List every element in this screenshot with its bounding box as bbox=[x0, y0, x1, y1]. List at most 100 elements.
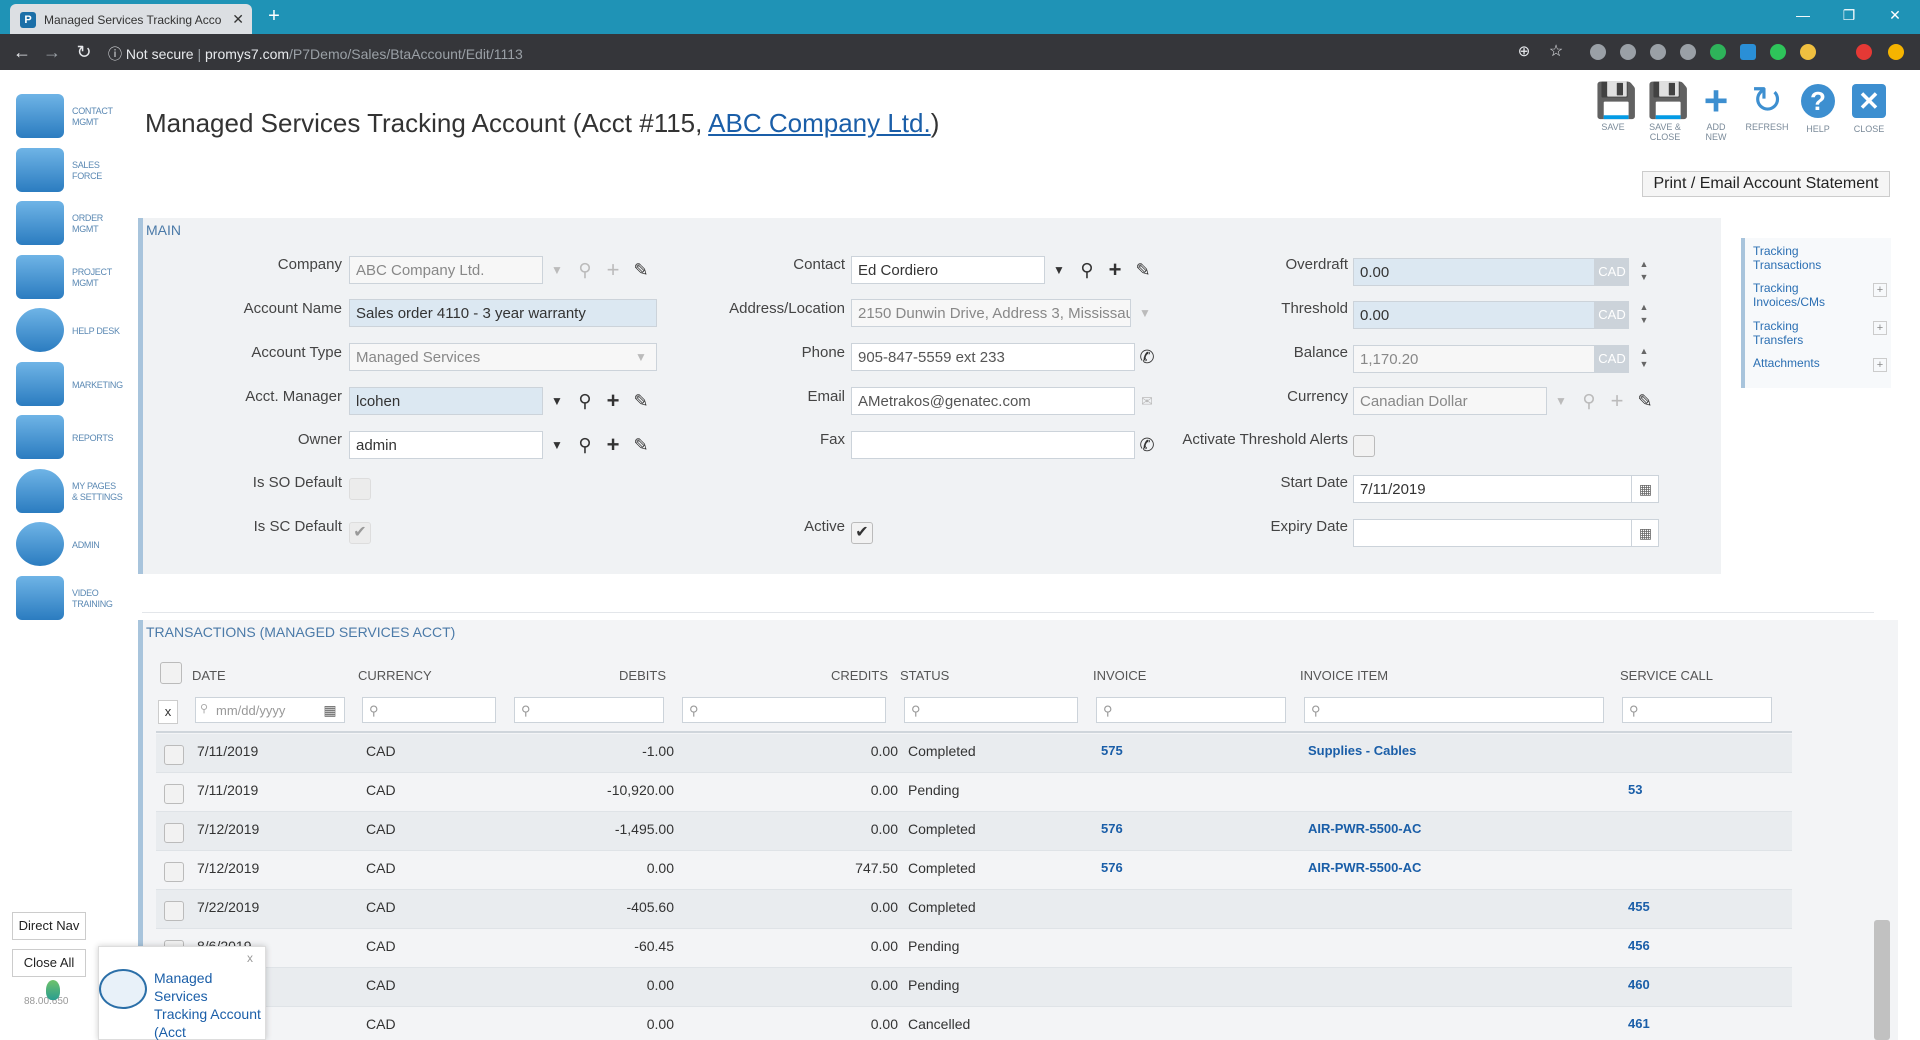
cell-item[interactable]: AIR-PWR-5500-AC bbox=[1308, 860, 1421, 875]
table-row[interactable]: 7/11/2019 CAD -10,920.00 0.00 Pending 53 bbox=[156, 773, 1792, 812]
nav-sales-force[interactable]: SALES FORCE bbox=[16, 148, 136, 196]
spinner-arrows-icon[interactable]: ▲ ▼ bbox=[1629, 258, 1659, 286]
row-checkbox[interactable] bbox=[164, 823, 184, 843]
cell-call[interactable]: 461 bbox=[1628, 1016, 1650, 1031]
calendar-icon[interactable]: ▦ bbox=[1631, 519, 1659, 547]
cell-item[interactable]: Supplies - Cables bbox=[1308, 743, 1416, 758]
open-window-tab[interactable]: Managed Services Tracking Account (Acct … bbox=[98, 946, 266, 1040]
plus-icon[interactable]: + bbox=[599, 256, 627, 284]
row-checkbox[interactable] bbox=[164, 862, 184, 882]
phone-field[interactable]: 905-847-5559 ext 233 bbox=[851, 343, 1135, 371]
grammarly-icon[interactable] bbox=[1710, 44, 1726, 60]
edit-pencil-icon[interactable]: ✎ bbox=[1631, 387, 1659, 415]
select-all-checkbox[interactable] bbox=[160, 662, 182, 684]
plus-icon[interactable]: + bbox=[599, 431, 627, 459]
extension-icon[interactable] bbox=[1680, 44, 1696, 60]
bookmark-star-icon[interactable]: ☆ bbox=[1546, 42, 1566, 62]
column-header-debits[interactable]: DEBITS bbox=[560, 668, 666, 683]
tab-close-icon[interactable]: ✕ bbox=[232, 11, 244, 28]
column-header-status[interactable]: STATUS bbox=[900, 668, 949, 683]
save-button[interactable]: 💾 SAVE bbox=[1590, 82, 1637, 144]
browser-tab[interactable]: P Managed Services Tracking Acco ✕ bbox=[10, 4, 252, 34]
chevron-down-icon[interactable]: ▼ bbox=[627, 343, 655, 371]
refresh-button[interactable]: ↻ REFRESH bbox=[1744, 82, 1790, 144]
overdraft-field[interactable]: 0.00 bbox=[1353, 258, 1595, 286]
close-button[interactable]: ✕ CLOSE bbox=[1846, 82, 1892, 144]
dropdown-arrow-icon[interactable]: ▼ bbox=[543, 387, 571, 415]
dropdown-arrow-icon[interactable]: ▼ bbox=[1045, 256, 1073, 284]
extension-icon[interactable] bbox=[1620, 44, 1636, 60]
search-icon[interactable]: ⚲ bbox=[1575, 387, 1603, 415]
phone-handset-icon[interactable]: ✆ bbox=[1133, 343, 1161, 371]
company-field[interactable]: ABC Company Ltd. bbox=[349, 256, 543, 284]
help-button[interactable]: ? HELP bbox=[1795, 82, 1841, 144]
service-call-filter-input[interactable]: ⚲ bbox=[1622, 697, 1772, 723]
link-tracking-invoices[interactable]: Tracking Invoices/CMs bbox=[1753, 281, 1825, 309]
expiry-date-field[interactable] bbox=[1353, 519, 1659, 547]
expand-plus-icon[interactable]: + bbox=[1873, 283, 1887, 297]
nav-reports[interactable]: REPORTS bbox=[16, 415, 136, 463]
table-row[interactable]: 8/6/2019CAD-60.450.00Pending456 bbox=[156, 929, 1792, 968]
dropdown-arrow-icon[interactable]: ▼ bbox=[1131, 299, 1159, 327]
column-header-service-call[interactable]: SERVICE CALL bbox=[1620, 668, 1713, 683]
start-date-field[interactable]: 7/11/2019 bbox=[1353, 475, 1659, 503]
plus-icon[interactable]: + bbox=[599, 387, 627, 415]
fax-field[interactable] bbox=[851, 431, 1135, 459]
extension-icon[interactable] bbox=[1800, 44, 1816, 60]
back-icon[interactable]: ← bbox=[12, 42, 32, 62]
search-icon[interactable]: ⚲ bbox=[571, 431, 599, 459]
expand-plus-icon[interactable]: + bbox=[1873, 321, 1887, 335]
column-header-credits[interactable]: CREDITS bbox=[740, 668, 888, 683]
nav-video-training[interactable]: VIDEO TRAINING bbox=[16, 576, 136, 624]
plus-icon[interactable]: + bbox=[1101, 256, 1129, 284]
currency-field[interactable]: Canadian Dollar bbox=[1353, 387, 1547, 415]
spinner-arrows-icon[interactable]: ▲ ▼ bbox=[1629, 345, 1659, 373]
edit-pencil-icon[interactable]: ✎ bbox=[627, 431, 655, 459]
search-icon[interactable]: ⚲ bbox=[1073, 256, 1101, 284]
restore-icon[interactable]: ❐ bbox=[1834, 5, 1864, 25]
edit-pencil-icon[interactable]: ✎ bbox=[627, 256, 655, 284]
extension-icon[interactable] bbox=[1888, 44, 1904, 60]
credits-filter-input[interactable]: ⚲ bbox=[682, 697, 886, 723]
extension-icon[interactable] bbox=[1650, 44, 1666, 60]
nav-help-desk[interactable]: HELP DESK bbox=[16, 308, 136, 356]
phone-handset-icon[interactable]: ✆ bbox=[1133, 431, 1161, 459]
nav-contact-mgmt[interactable]: CONTACT MGMT bbox=[16, 94, 136, 142]
link-tracking-transfers[interactable]: Tracking Transfers bbox=[1753, 319, 1803, 347]
search-icon[interactable]: ⚲ bbox=[571, 256, 599, 284]
cell-call[interactable]: 456 bbox=[1628, 938, 1650, 953]
cell-item[interactable]: AIR-PWR-5500-AC bbox=[1308, 821, 1421, 836]
invoice-item-filter-input[interactable]: ⚲ bbox=[1304, 697, 1604, 723]
column-header-currency[interactable]: CURRENCY bbox=[358, 668, 432, 683]
is-so-default-checkbox[interactable] bbox=[349, 478, 371, 500]
cell-invoice[interactable]: 576 bbox=[1101, 860, 1123, 875]
envelope-icon[interactable]: ✉ bbox=[1133, 387, 1161, 415]
currency-filter-input[interactable]: ⚲ bbox=[362, 697, 496, 723]
minimize-icon[interactable]: — bbox=[1788, 5, 1818, 25]
close-all-button[interactable]: Close All bbox=[12, 949, 86, 977]
nav-project-mgmt[interactable]: PROJECT MGMT bbox=[16, 255, 136, 303]
spinner-arrows-icon[interactable]: ▲ ▼ bbox=[1629, 301, 1659, 329]
cell-call[interactable]: 460 bbox=[1628, 977, 1650, 992]
calendar-icon[interactable]: ▦ bbox=[316, 697, 344, 723]
edit-pencil-icon[interactable]: ✎ bbox=[627, 387, 655, 415]
dropdown-arrow-icon[interactable]: ▼ bbox=[1547, 387, 1575, 415]
company-link[interactable]: ABC Company Ltd. bbox=[708, 108, 931, 138]
is-sc-default-checkbox[interactable]: ✔ bbox=[349, 522, 371, 544]
cell-invoice[interactable]: 575 bbox=[1101, 743, 1123, 758]
url-field[interactable]: ⓘ Not secure | promys7.com/P7Demo/Sales/… bbox=[108, 40, 1558, 64]
table-row[interactable]: CAD 0.00 0.00 Pending 460 bbox=[156, 968, 1792, 1007]
search-icon[interactable]: ⚲ bbox=[571, 387, 599, 415]
threshold-field[interactable]: 0.00 bbox=[1353, 301, 1595, 329]
link-attachments[interactable]: Attachments bbox=[1753, 356, 1820, 370]
add-new-button[interactable]: + ADD NEW bbox=[1693, 80, 1739, 144]
dropdown-arrow-icon[interactable]: ▼ bbox=[543, 256, 571, 284]
expand-plus-icon[interactable]: + bbox=[1873, 358, 1887, 372]
row-checkbox[interactable] bbox=[164, 745, 184, 765]
table-row[interactable]: CAD 0.00 0.00 Cancelled 461 bbox=[156, 1007, 1792, 1040]
debits-filter-input[interactable]: ⚲ bbox=[514, 697, 664, 723]
table-row[interactable]: 7/12/2019 CAD -1,495.00 0.00 Completed 576 AIR… bbox=[156, 812, 1792, 851]
plus-icon[interactable]: + bbox=[1603, 387, 1631, 415]
contact-field[interactable]: Ed Cordiero bbox=[851, 256, 1045, 284]
invoice-filter-input[interactable]: ⚲ bbox=[1096, 697, 1286, 723]
